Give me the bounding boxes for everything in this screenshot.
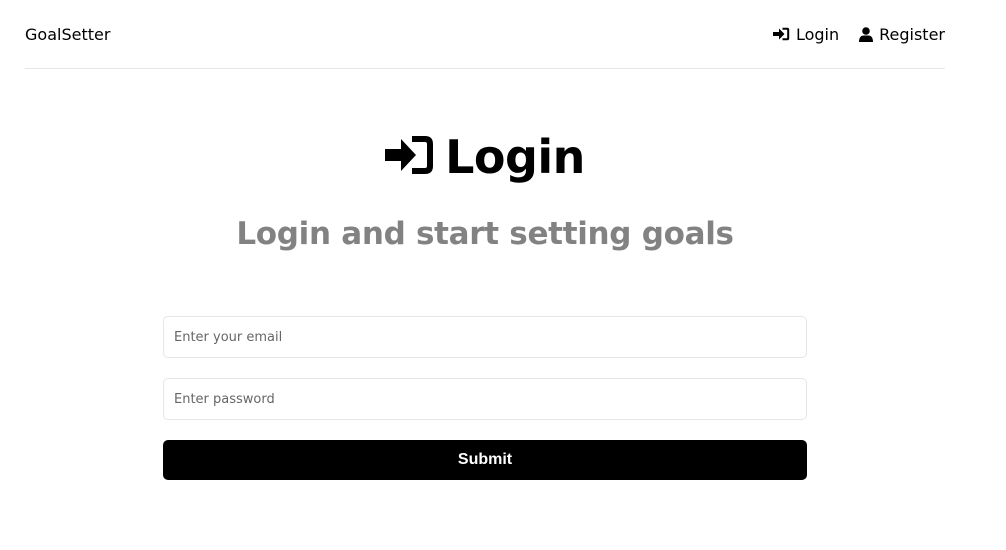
top-nav: Login Register bbox=[772, 24, 945, 44]
password-field[interactable] bbox=[163, 378, 807, 420]
page-heading: Login bbox=[0, 130, 970, 184]
site-header: GoalSetter Login Register bbox=[25, 0, 945, 69]
sign-in-icon bbox=[385, 136, 434, 178]
submit-button[interactable]: Submit bbox=[163, 440, 807, 480]
page-title: Login bbox=[445, 130, 585, 184]
nav-register-link[interactable]: Register bbox=[859, 25, 945, 44]
page-subtitle: Login and start setting goals bbox=[236, 216, 734, 252]
logo-link[interactable]: GoalSetter bbox=[25, 25, 110, 44]
login-form: Submit bbox=[163, 316, 807, 480]
nav-login-label: Login bbox=[795, 24, 840, 44]
user-icon bbox=[859, 26, 874, 42]
email-field[interactable] bbox=[163, 316, 807, 358]
sign-in-icon bbox=[772, 27, 790, 41]
nav-register-label: Register bbox=[879, 24, 945, 44]
nav-login-link[interactable]: Login bbox=[772, 24, 840, 44]
